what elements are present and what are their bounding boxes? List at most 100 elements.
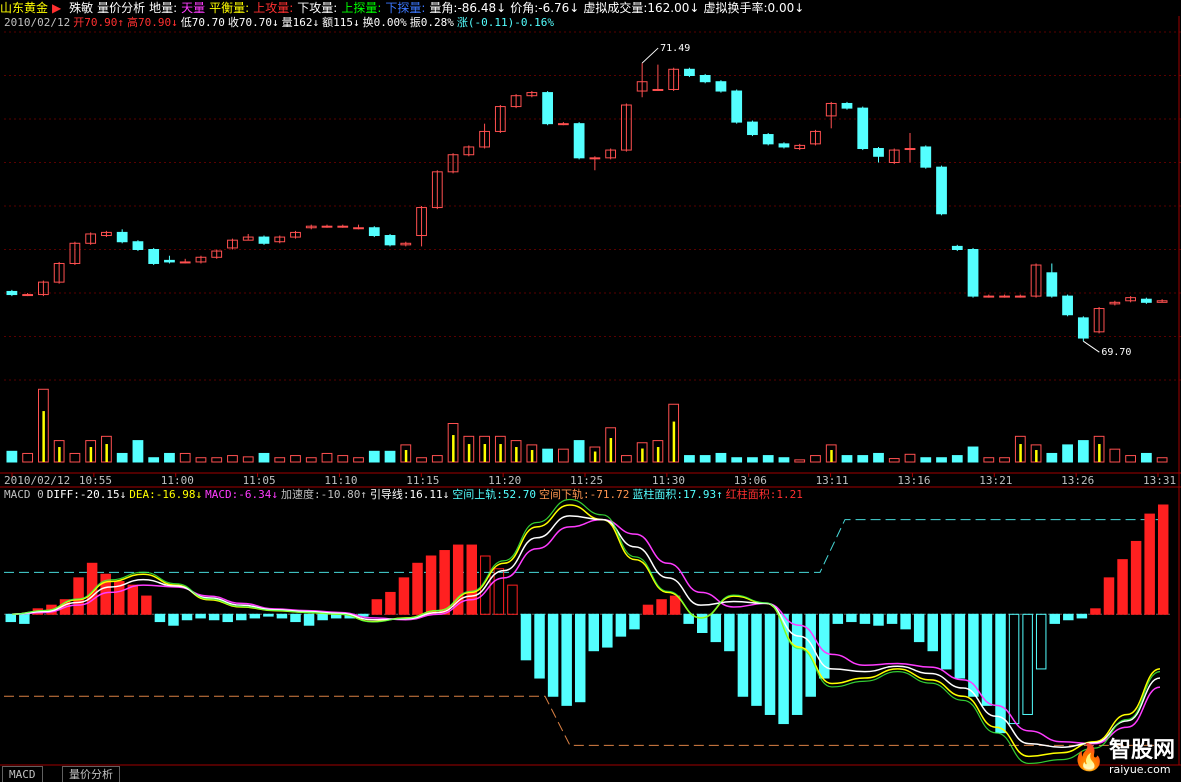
candle-body xyxy=(715,81,727,92)
volume-bar xyxy=(1077,440,1089,463)
x-tick-label: 11:30 xyxy=(652,474,685,487)
candle-body xyxy=(841,102,853,109)
macd-bar xyxy=(493,568,505,615)
x-tick-label: 13:26 xyxy=(1061,474,1094,487)
annotation-leader xyxy=(1083,340,1100,353)
macd-bar xyxy=(19,613,30,624)
volume-bar xyxy=(557,448,569,463)
volume-bar xyxy=(904,453,916,463)
x-tick-label: 13:11 xyxy=(816,474,849,487)
candle-body xyxy=(321,225,333,228)
volume-bar xyxy=(227,455,238,463)
macd-bar xyxy=(466,544,478,615)
macd-bar xyxy=(886,613,898,624)
volume-inner-bar xyxy=(1098,444,1101,462)
macd-bar xyxy=(547,613,559,697)
macd-bar xyxy=(1090,608,1101,615)
candle-body xyxy=(164,259,175,263)
macd-bar xyxy=(913,613,925,643)
candle-body xyxy=(557,123,569,126)
x-tick-label: 13:16 xyxy=(897,474,930,487)
logo-url: raiyue.com xyxy=(1108,763,1171,776)
candle-body xyxy=(684,68,695,76)
volume-bar xyxy=(621,455,632,463)
volume-bar xyxy=(542,448,553,463)
macd-bar xyxy=(791,613,803,715)
macd-bar xyxy=(832,613,844,624)
volume-bar xyxy=(353,457,364,463)
volume-bar xyxy=(321,452,333,463)
macd-bar xyxy=(724,613,735,652)
volume-bar xyxy=(983,457,995,463)
macd-bar xyxy=(534,613,545,679)
volume-inner-bar xyxy=(42,411,45,462)
volume-bar xyxy=(762,455,774,463)
volume-bar xyxy=(794,459,806,463)
volume-inner-bar xyxy=(656,447,660,462)
macd-bar xyxy=(1076,613,1088,619)
tab-macd[interactable]: MACD xyxy=(2,766,43,782)
volume-bar xyxy=(699,455,711,463)
flame-icon: 🔥 xyxy=(1072,743,1106,773)
volume-bar xyxy=(841,455,853,463)
candle-body xyxy=(179,261,191,264)
annotation-label: 69.70 xyxy=(1101,347,1131,358)
x-tick-label: 11:00 xyxy=(161,474,194,487)
candle-body xyxy=(967,249,979,297)
macd-bar xyxy=(900,613,911,630)
candle-body xyxy=(951,245,963,250)
volume-inner-bar xyxy=(499,444,502,462)
macd-bar xyxy=(588,613,600,652)
macd-bar xyxy=(127,584,139,615)
candle-body xyxy=(904,148,916,151)
macd-bar xyxy=(425,555,437,615)
volume-bar xyxy=(337,455,349,463)
macd-bar xyxy=(669,595,681,615)
macd-bar xyxy=(778,613,789,725)
macd-bar xyxy=(995,613,1006,734)
macd-bar xyxy=(439,550,450,615)
candle-body xyxy=(699,75,711,83)
candle-body xyxy=(116,231,128,243)
volume-bar xyxy=(69,452,81,463)
x-tick-label: 11:15 xyxy=(406,474,439,487)
volume-bar xyxy=(1062,444,1073,463)
volume-bar xyxy=(22,452,34,463)
candle-body xyxy=(542,92,553,125)
macd-bar xyxy=(507,584,518,615)
volume-bar xyxy=(873,452,884,463)
macd-bar xyxy=(764,613,776,715)
volume-bar xyxy=(1046,452,1058,463)
volume-bar xyxy=(999,457,1010,463)
x-tick-label: 13:06 xyxy=(734,474,767,487)
volume-bar xyxy=(305,457,317,463)
macd-bar xyxy=(5,613,17,623)
chart-area[interactable]: 71.49 69.70 2010/02/12 10:55 11:00 11:05 11:10… xyxy=(0,0,1181,781)
macd-bar xyxy=(846,613,857,623)
logo: 🔥 智股网 raiyue.com xyxy=(1073,739,1175,777)
macd-bar xyxy=(520,613,532,661)
volume-bar xyxy=(715,452,727,463)
candle-body xyxy=(148,249,160,264)
macd-bar xyxy=(981,613,993,706)
macd-bar xyxy=(941,613,952,670)
volume-inner-bar xyxy=(830,450,833,462)
macd-bar xyxy=(317,613,328,621)
volume-bar xyxy=(731,457,743,463)
volume-bar xyxy=(967,446,979,463)
macd-bar xyxy=(561,613,572,706)
candle-body xyxy=(1062,295,1073,316)
volume-inner-bar xyxy=(404,450,408,462)
candle-body xyxy=(573,123,585,159)
x-tick-label: 13:31 xyxy=(1143,474,1176,487)
macd-bar xyxy=(656,599,667,615)
volume-bar xyxy=(778,457,790,463)
tab-volume-price[interactable]: 量价分析 xyxy=(62,766,120,782)
volume-bar xyxy=(195,457,207,463)
macd-bar xyxy=(1144,513,1155,615)
macd-bar xyxy=(751,613,762,706)
volume-inner-bar xyxy=(609,438,613,462)
volume-bar xyxy=(211,457,223,463)
annotation-label: 71.49 xyxy=(660,43,690,54)
candle-body xyxy=(731,90,743,123)
